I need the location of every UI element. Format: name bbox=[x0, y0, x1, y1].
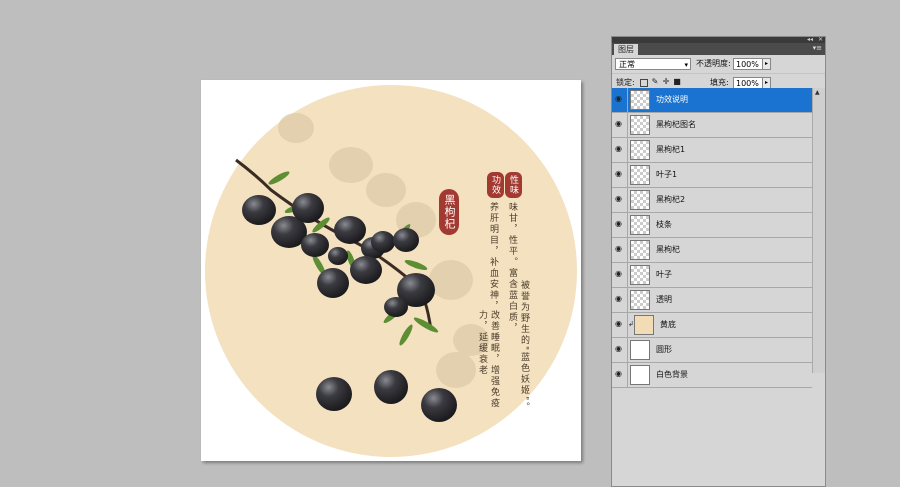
scroll-up-icon[interactable]: ▲ bbox=[815, 89, 820, 96]
lock-transparent-icon[interactable] bbox=[640, 79, 648, 87]
layer-name: 叶子 bbox=[656, 270, 672, 279]
eye-icon[interactable]: ◉ bbox=[615, 244, 625, 254]
layer-thumbnail bbox=[634, 315, 654, 335]
description-col2: 被誉为野生的"蓝色妖姬"。 bbox=[519, 280, 529, 414]
document-canvas[interactable]: 黑枸杞 功效 性味 味甘，性平。富含蓝白质， 被誉为野生的"蓝色妖姬"。 养肝明… bbox=[201, 80, 581, 461]
eye-icon[interactable]: ◉ bbox=[615, 269, 625, 279]
layer-row[interactable]: ◉ 功效说明 bbox=[612, 88, 812, 113]
tab-layers[interactable]: 图层 bbox=[614, 44, 638, 55]
layers-panel: ◂◂ ✕ 图层 ▾≡ 正常 ▾ 不透明度: 100% ▸ 锁定: ✎ ✛ ■ 填… bbox=[611, 36, 826, 487]
opacity-label: 不透明度: bbox=[696, 59, 731, 68]
blend-mode-value: 正常 bbox=[619, 60, 635, 69]
eye-icon[interactable]: ◉ bbox=[615, 294, 625, 304]
opacity-arrow-icon[interactable]: ▸ bbox=[762, 58, 771, 70]
badge-taste: 性味 bbox=[505, 172, 522, 198]
collapse-icon[interactable]: ◂◂ bbox=[807, 36, 813, 43]
chevron-down-icon: ▾ bbox=[684, 61, 688, 69]
layer-name: 黑枸杞2 bbox=[656, 195, 686, 204]
eye-icon[interactable]: ◉ bbox=[615, 344, 625, 354]
layer-name: 黑枸杞1 bbox=[656, 145, 686, 154]
layer-row[interactable]: ◉ 圆形 bbox=[612, 338, 812, 363]
layer-thumbnail bbox=[630, 265, 650, 285]
layer-name: 黑枸杞 bbox=[656, 245, 680, 254]
layer-row[interactable]: ◉ 黑枸杞1 bbox=[612, 138, 812, 163]
layer-name: 圆形 bbox=[656, 345, 672, 354]
layer-thumbnail bbox=[630, 340, 650, 360]
lock-all-icon[interactable]: ■ bbox=[673, 78, 681, 86]
layer-row[interactable]: ◉ ↲ 黄底 bbox=[612, 313, 812, 338]
layer-thumbnail bbox=[630, 140, 650, 160]
eye-icon[interactable]: ◉ bbox=[615, 169, 625, 179]
layer-list: ◉ 功效说明 ◉ 黑枸杞图名 ◉ 黑枸杞1 ◉ 叶子1 ◉ 黑枸杞2 ◉ 枝条 bbox=[612, 88, 812, 388]
layer-thumbnail bbox=[630, 190, 650, 210]
eye-icon[interactable]: ◉ bbox=[615, 219, 625, 229]
layer-name: 黑枸杞图名 bbox=[656, 120, 696, 129]
opacity-input[interactable]: 100% bbox=[733, 58, 763, 70]
lock-move-icon[interactable]: ✛ bbox=[662, 78, 670, 86]
title-badge: 黑枸杞 bbox=[439, 189, 459, 235]
layer-row[interactable]: ◉ 叶子1 bbox=[612, 163, 812, 188]
description-col1: 味甘，性平。富含蓝白质， bbox=[507, 202, 517, 334]
layer-thumbnail bbox=[630, 365, 650, 385]
lock-brush-icon[interactable]: ✎ bbox=[651, 78, 659, 86]
layer-row[interactable]: ◉ 白色背景 bbox=[612, 363, 812, 388]
layer-row[interactable]: ◉ 透明 bbox=[612, 288, 812, 313]
panel-menu-icon[interactable]: ▾≡ bbox=[813, 44, 822, 52]
description-col3: 养肝明目，补血安神， bbox=[488, 202, 498, 312]
layer-thumbnail bbox=[630, 115, 650, 135]
layer-name: 叶子1 bbox=[656, 170, 678, 179]
layer-thumbnail bbox=[630, 240, 650, 260]
layer-name: 功效说明 bbox=[656, 95, 688, 104]
close-icon[interactable]: ✕ bbox=[818, 36, 823, 43]
eye-icon[interactable]: ◉ bbox=[615, 119, 625, 129]
layer-row[interactable]: ◉ 叶子 bbox=[612, 263, 812, 288]
layer-name: 白色背景 bbox=[656, 370, 688, 379]
blend-mode-select[interactable]: 正常 ▾ bbox=[615, 58, 691, 70]
layers-scrollbar[interactable]: ▲ bbox=[812, 88, 825, 373]
layer-row[interactable]: ◉ 黑枸杞图名 bbox=[612, 113, 812, 138]
clip-arrow-icon: ↲ bbox=[628, 320, 634, 328]
layer-thumbnail bbox=[630, 165, 650, 185]
description-col4: 改善睡眠，增强免疫力，延缓衰老 bbox=[477, 310, 499, 409]
eye-icon[interactable]: ◉ bbox=[615, 369, 625, 379]
layer-row[interactable]: ◉ 黑枸杞 bbox=[612, 238, 812, 263]
layer-name: 黄底 bbox=[660, 320, 676, 329]
layer-thumbnail bbox=[630, 290, 650, 310]
layer-row[interactable]: ◉ 黑枸杞2 bbox=[612, 188, 812, 213]
panel-tabbar: 图层 ▾≡ bbox=[612, 43, 825, 55]
layer-thumbnail bbox=[630, 215, 650, 235]
layer-thumbnail bbox=[630, 90, 650, 110]
layer-name: 透明 bbox=[656, 295, 672, 304]
eye-icon[interactable]: ◉ bbox=[615, 144, 625, 154]
eye-icon[interactable]: ◉ bbox=[615, 319, 625, 329]
eye-icon[interactable]: ◉ bbox=[615, 94, 625, 104]
layer-row[interactable]: ◉ 枝条 bbox=[612, 213, 812, 238]
blend-opacity-row: 正常 ▾ 不透明度: 100% ▸ bbox=[612, 55, 825, 74]
badge-effect: 功效 bbox=[487, 172, 504, 198]
eye-icon[interactable]: ◉ bbox=[615, 194, 625, 204]
layer-name: 枝条 bbox=[656, 220, 672, 229]
